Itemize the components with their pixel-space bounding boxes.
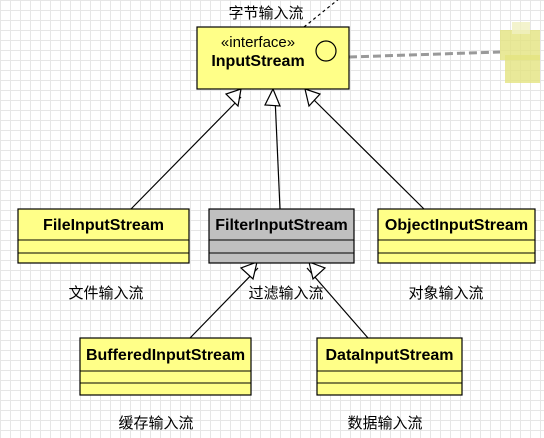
dashed-link-top (303, 0, 339, 28)
edge-object-to-inputstream (310, 96, 425, 210)
class-objectinputstream[interactable]: ObjectInputStream (377, 208, 536, 264)
caption-filter: 过滤输入流 (248, 284, 323, 302)
class-inputstream[interactable]: «interface» InputStream (196, 26, 350, 90)
caption-object: 对象输入流 (408, 284, 483, 302)
class-name: ObjectInputStream (385, 217, 528, 234)
arrowhead-file (224, 88, 242, 108)
caption-data: 数据输入流 (347, 414, 422, 432)
top-caption: 字节输入流 (228, 4, 303, 22)
blurred-partial-element (500, 22, 540, 83)
arrowhead-filter (264, 87, 281, 107)
class-fileinputstream[interactable]: FileInputStream (17, 208, 190, 264)
caption-file: 文件输入流 (68, 284, 143, 302)
class-bufferedinputstream[interactable]: BufferedInputStream (79, 337, 252, 396)
interface-name: InputStream (211, 53, 304, 70)
class-name: FileInputStream (43, 217, 164, 234)
class-name: BufferedInputStream (86, 347, 245, 364)
class-datainputstream[interactable]: DataInputStream (316, 337, 463, 396)
uml-diagram-canvas: 字节输入流 «interface» InputStream FileInputS… (17, 0, 540, 432)
edge-filter-to-inputstream (274, 96, 281, 210)
interface-stereotype: «interface» (221, 34, 295, 51)
edge-data-to-filter (306, 267, 369, 339)
edge-buffered-to-filter (189, 267, 259, 339)
class-filterinputstream[interactable]: FilterInputStream (208, 208, 355, 264)
edge-file-to-inputstream (130, 96, 242, 210)
class-name: DataInputStream (325, 347, 453, 364)
arrowhead-data (308, 261, 327, 281)
caption-buffered: 缓存输入流 (118, 414, 193, 432)
dashed-link-right (348, 50, 501, 59)
class-name: FilterInputStream (215, 217, 347, 234)
